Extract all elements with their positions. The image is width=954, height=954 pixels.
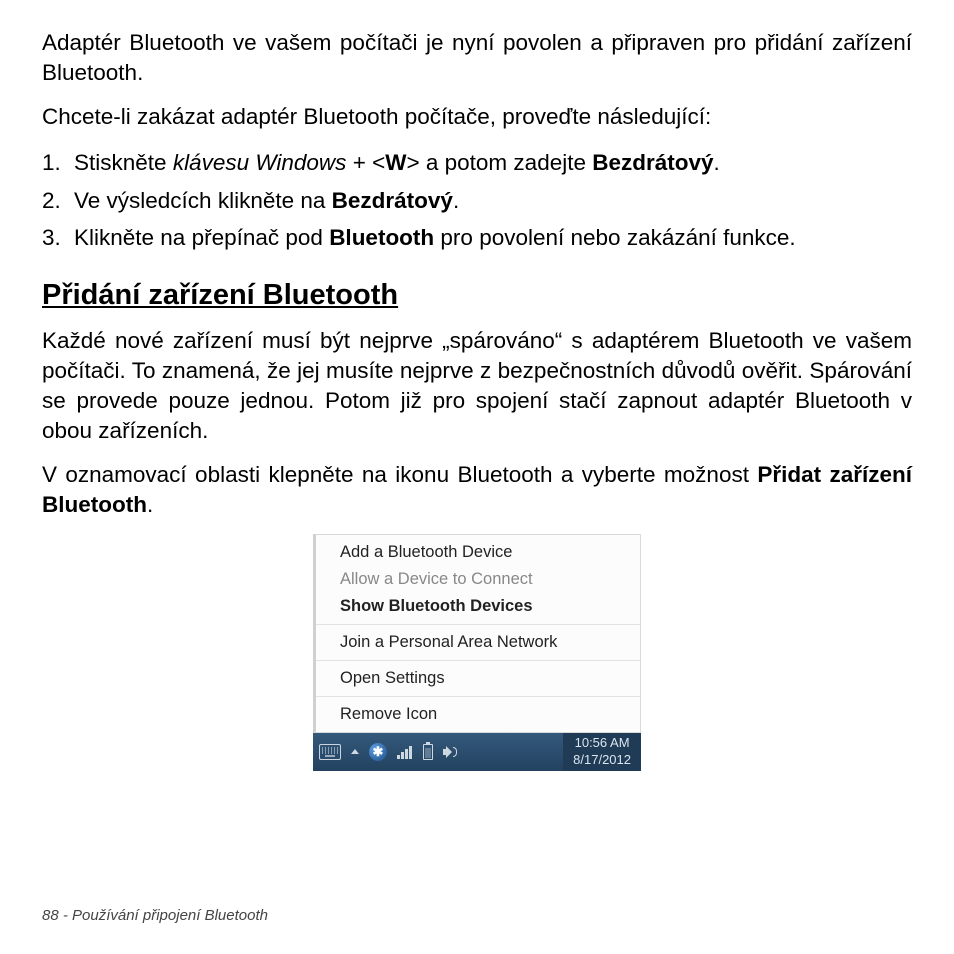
clock-date: 8/17/2012 <box>573 752 631 768</box>
paragraph-text: V oznamovací oblasti klepněte na ikonu B… <box>42 462 757 487</box>
step-3: 3. Klikněte na přepínač pod Bluetooth pr… <box>42 221 912 255</box>
menu-item-show-devices[interactable]: Show Bluetooth Devices <box>316 593 640 620</box>
step-text: pro povolení nebo zakázání funkce. <box>434 225 796 250</box>
paragraph-text: . <box>147 492 153 517</box>
menu-item-join-pan[interactable]: Join a Personal Area Network <box>316 629 640 656</box>
step-text: Ve výsledcích klikněte na <box>74 188 332 213</box>
step-term-bold: Bezdrátový <box>332 188 453 213</box>
bluetooth-glyph: ✱ <box>373 744 384 760</box>
step-text: > a potom zadejte <box>406 150 592 175</box>
step-text: + < <box>346 150 385 175</box>
step-text: . <box>453 188 459 213</box>
step-term-bold: Bluetooth <box>329 225 434 250</box>
keyboard-icon[interactable] <box>319 744 341 760</box>
step-term-bold: Bezdrátový <box>592 150 713 175</box>
section-paragraph-2: V oznamovací oblasti klepněte na ikonu B… <box>42 460 912 520</box>
clock-time: 10:56 AM <box>573 735 631 751</box>
intro-paragraph-2: Chcete-li zakázat adaptér Bluetooth počí… <box>42 102 912 132</box>
steps-list: 1. Stiskněte klávesu Windows + <W> a pot… <box>42 146 912 255</box>
menu-item-remove-icon[interactable]: Remove Icon <box>316 701 640 728</box>
bluetooth-icon[interactable]: ✱ <box>369 743 387 761</box>
intro-paragraph-1: Adaptér Bluetooth ve vašem počítači je n… <box>42 28 912 88</box>
battery-icon[interactable] <box>423 744 433 760</box>
taskbar: ✱ 10:56 AM 8/17/2012 <box>313 733 641 771</box>
volume-icon[interactable] <box>443 745 457 759</box>
menu-item-add-device[interactable]: Add a Bluetooth Device <box>316 539 640 566</box>
step-text: Klikněte na přepínač pod <box>74 225 329 250</box>
step-text: Stiskněte <box>74 150 173 175</box>
step-number: 1. <box>42 146 61 180</box>
step-key-bold: W <box>385 150 406 175</box>
menu-item-allow-connect: Allow a Device to Connect <box>316 566 640 593</box>
signal-icon[interactable] <box>397 745 413 759</box>
step-text: . <box>714 150 720 175</box>
step-key-italic: klávesu Windows <box>173 150 347 175</box>
step-number: 2. <box>42 184 61 218</box>
step-number: 3. <box>42 221 61 255</box>
page-footer: 88 - Používání připojení Bluetooth <box>42 907 268 924</box>
step-2: 2. Ve výsledcích klikněte na Bezdrátový. <box>42 184 912 218</box>
section-heading: Přidání zařízení Bluetooth <box>42 279 912 312</box>
step-1: 1. Stiskněte klávesu Windows + <W> a pot… <box>42 146 912 180</box>
section-paragraph-1: Každé nové zařízení musí být nejprve „sp… <box>42 326 912 446</box>
tray-expand-icon[interactable] <box>351 749 359 754</box>
menu-item-open-settings[interactable]: Open Settings <box>316 665 640 692</box>
taskbar-clock[interactable]: 10:56 AM 8/17/2012 <box>563 733 641 771</box>
bluetooth-context-menu: Add a Bluetooth Device Allow a Device to… <box>313 534 641 771</box>
